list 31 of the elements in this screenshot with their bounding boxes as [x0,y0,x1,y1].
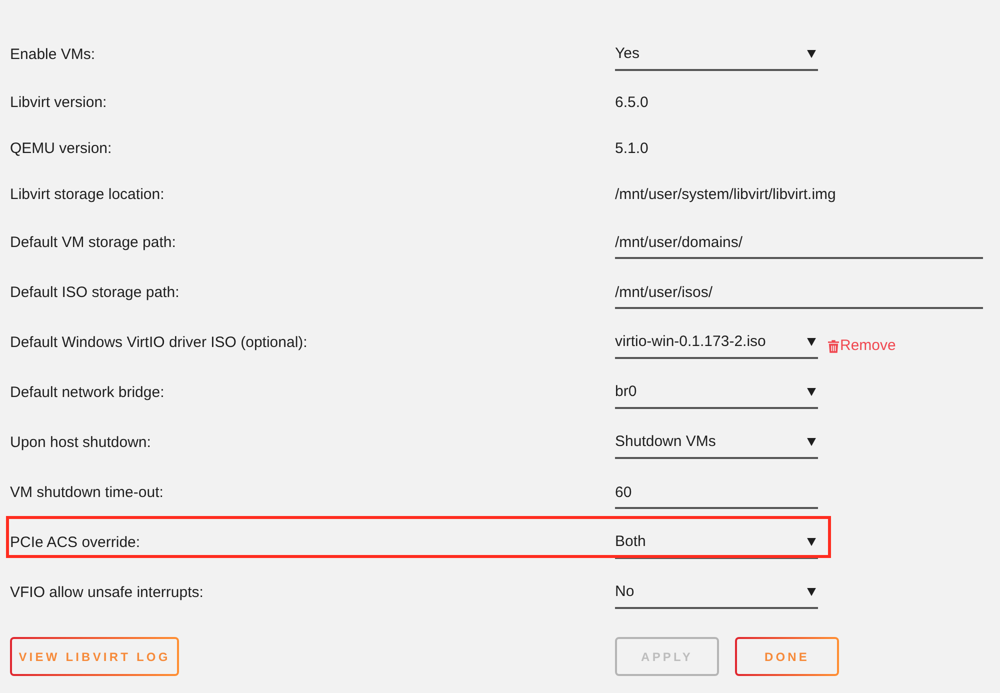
dropdown-select[interactable]: br0 [615,377,818,409]
setting-label: QEMU version: [10,138,113,159]
trash-icon [828,340,839,352]
setting-label: Default Windows VirtIO driver ISO (optional): [10,332,308,353]
setting-label: Upon host shutdown: [10,432,152,453]
setting-value: 6.5.0 [615,92,648,113]
text-input-field[interactable]: /mnt/user/domains/ [615,227,983,259]
text-input-field[interactable]: /mnt/user/isos/ [615,277,983,309]
setting-label: VFIO allow unsafe interrupts: [10,582,204,603]
setting-label: Default network bridge: [10,382,166,403]
dropdown-caret-icon [807,588,816,596]
dropdown-caret-icon [807,338,816,346]
setting-label: Default VM storage path: [10,232,177,253]
setting-label: Libvirt version: [10,92,108,113]
setting-label: PCIe ACS override: [10,532,142,553]
dropdown-caret-icon [807,438,816,446]
dropdown-select[interactable]: No [615,577,818,609]
dropdown-select[interactable]: virtio-win-0.1.173-2.iso [615,327,818,359]
setting-value: 5.1.0 [615,138,648,159]
dropdown-select[interactable]: Both [615,527,818,559]
dropdown-caret-icon [807,388,816,396]
setting-value: /mnt/user/system/libvirt/libvirt.img [615,184,836,205]
setting-label: VM shutdown time-out: [10,482,164,503]
text-input-field[interactable]: 60 [615,477,818,509]
setting-label: Libvirt storage location: [10,184,166,205]
setting-label: Default ISO storage path: [10,282,180,303]
setting-label: Enable VMs: [10,44,96,65]
dropdown-select[interactable]: Shutdown VMs [615,427,818,459]
dropdown-caret-icon [807,538,816,546]
dropdown-select[interactable]: Yes [615,39,818,71]
dropdown-caret-icon [807,50,816,58]
